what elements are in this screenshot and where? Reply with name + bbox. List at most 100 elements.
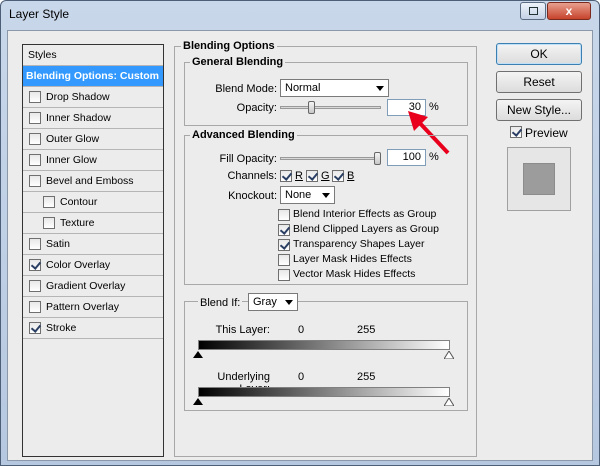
style-item[interactable]: Contour (23, 192, 163, 213)
style-checkbox[interactable] (29, 259, 41, 271)
underlying-layer-gradient (198, 387, 450, 397)
fill-opacity-percent: % (429, 151, 439, 163)
style-item-label: Outer Glow (46, 133, 100, 145)
restore-button[interactable] (520, 2, 546, 20)
style-item[interactable]: Gradient Overlay (23, 276, 163, 297)
opacity-slider-thumb[interactable] (308, 101, 316, 114)
channel-checkbox[interactable] (280, 170, 292, 182)
style-item-label: Drop Shadow (46, 91, 110, 103)
this-layer-label: This Layer: (215, 324, 270, 336)
window-title: Layer Style (9, 7, 70, 21)
this-layer-black-slider[interactable] (193, 351, 203, 358)
channels-label: Channels: (227, 170, 277, 182)
this-layer-min: 0 (298, 324, 305, 336)
channel-checkbox[interactable] (306, 170, 318, 182)
underlying-layer-black-slider[interactable] (193, 398, 203, 405)
advanced-option-label: Blend Clipped Layers as Group (293, 223, 439, 235)
style-item[interactable]: Stroke (23, 318, 163, 339)
channel-label: G (321, 170, 330, 182)
preview-swatch (523, 163, 555, 195)
underlying-layer-max: 255 (357, 371, 376, 383)
style-checkbox[interactable] (29, 112, 41, 124)
chevron-down-icon (376, 86, 384, 91)
dialog-body: Styles Blending Options: Custom Drop Shad… (7, 30, 593, 461)
opacity-label: Opacity: (236, 102, 277, 114)
style-item-label: Gradient Overlay (46, 280, 126, 292)
this-layer-gradient (198, 340, 450, 350)
reset-button[interactable]: Reset (496, 71, 582, 93)
fill-opacity-slider-track[interactable] (280, 157, 381, 160)
style-item-label: Inner Glow (46, 154, 97, 166)
close-icon: x (565, 4, 573, 18)
style-item[interactable]: Outer Glow (23, 129, 163, 150)
blend-mode-select[interactable]: Normal (280, 79, 389, 97)
layer-style-dialog: Layer Style x Styles Blending Options: C… (0, 0, 600, 466)
style-item[interactable]: Inner Glow (23, 150, 163, 171)
blend-mode-label: Blend Mode: (215, 83, 277, 95)
knockout-value: None (285, 189, 312, 201)
style-checkbox[interactable] (29, 238, 41, 250)
advanced-option-label: Layer Mask Hides Effects (293, 253, 412, 265)
style-checkbox[interactable] (29, 154, 41, 166)
knockout-select[interactable]: None (280, 186, 335, 204)
style-item[interactable]: Satin (23, 234, 163, 255)
advanced-option-label: Blend Interior Effects as Group (293, 208, 437, 220)
preview-swatch-frame (507, 147, 571, 211)
channel-label: R (295, 170, 303, 182)
ok-button[interactable]: OK (496, 43, 582, 65)
style-item[interactable]: Inner Shadow (23, 108, 163, 129)
style-item-label: Contour (60, 196, 98, 208)
style-checkbox[interactable] (29, 280, 41, 292)
style-checkbox[interactable] (29, 322, 41, 334)
styles-list: Styles Blending Options: Custom Drop Shad… (22, 44, 164, 457)
advanced-option-checkbox[interactable] (278, 224, 290, 236)
style-item[interactable]: Drop Shadow (23, 87, 163, 108)
style-item[interactable]: Blending Options: Custom (23, 66, 163, 87)
advanced-option-label: Transparency Shapes Layer (293, 238, 425, 250)
style-item-label: Inner Shadow (46, 112, 111, 124)
new-style-button[interactable]: New Style... (496, 99, 582, 121)
styles-header-label: Styles (28, 49, 57, 61)
advanced-option-checkbox[interactable] (278, 254, 290, 266)
style-checkbox[interactable] (29, 91, 41, 103)
style-item[interactable]: Bevel and Emboss (23, 171, 163, 192)
style-item[interactable]: Texture (23, 213, 163, 234)
style-checkbox[interactable] (29, 175, 41, 187)
blending-options-title: Blending Options (181, 40, 277, 52)
style-item-label: Satin (46, 238, 70, 250)
advanced-option-label: Vector Mask Hides Effects (293, 268, 416, 280)
style-item-label: Pattern Overlay (46, 301, 119, 313)
fill-opacity-input[interactable]: 100 (387, 149, 426, 166)
this-layer-max: 255 (357, 324, 376, 336)
style-item-label: Blending Options: Custom (26, 70, 159, 82)
fill-opacity-slider-thumb[interactable] (374, 152, 381, 165)
underlying-layer-white-slider[interactable] (444, 398, 454, 406)
chevron-down-icon (285, 300, 293, 305)
restore-icon (529, 7, 538, 15)
preview-checkbox[interactable] (510, 126, 522, 138)
advanced-option-checkbox[interactable] (278, 269, 290, 281)
general-blending-title: General Blending (190, 56, 286, 68)
blend-if-select[interactable]: Gray (248, 293, 298, 311)
advanced-option-checkbox[interactable] (278, 239, 290, 251)
style-item-label: Color Overlay (46, 259, 111, 271)
style-checkbox[interactable] (29, 301, 41, 313)
title-bar[interactable]: Layer Style x (1, 1, 599, 29)
opacity-slider-track[interactable] (280, 106, 381, 109)
channel-label: B (347, 170, 355, 182)
advanced-option-checkbox[interactable] (278, 209, 290, 221)
style-item[interactable]: Pattern Overlay (23, 297, 163, 318)
style-checkbox[interactable] (43, 217, 55, 229)
style-checkbox[interactable] (29, 133, 41, 145)
advanced-blending-title: Advanced Blending (190, 129, 297, 141)
close-button[interactable]: x (547, 2, 591, 20)
style-item-label: Stroke (46, 322, 77, 334)
channel-checkbox[interactable] (332, 170, 344, 182)
preview-label: Preview (525, 126, 568, 140)
blend-if-value: Gray (253, 296, 277, 308)
styles-header: Styles (23, 45, 163, 66)
this-layer-white-slider[interactable] (444, 351, 454, 359)
style-item[interactable]: Color Overlay (23, 255, 163, 276)
style-checkbox[interactable] (43, 196, 55, 208)
style-item-label: Bevel and Emboss (46, 175, 134, 187)
